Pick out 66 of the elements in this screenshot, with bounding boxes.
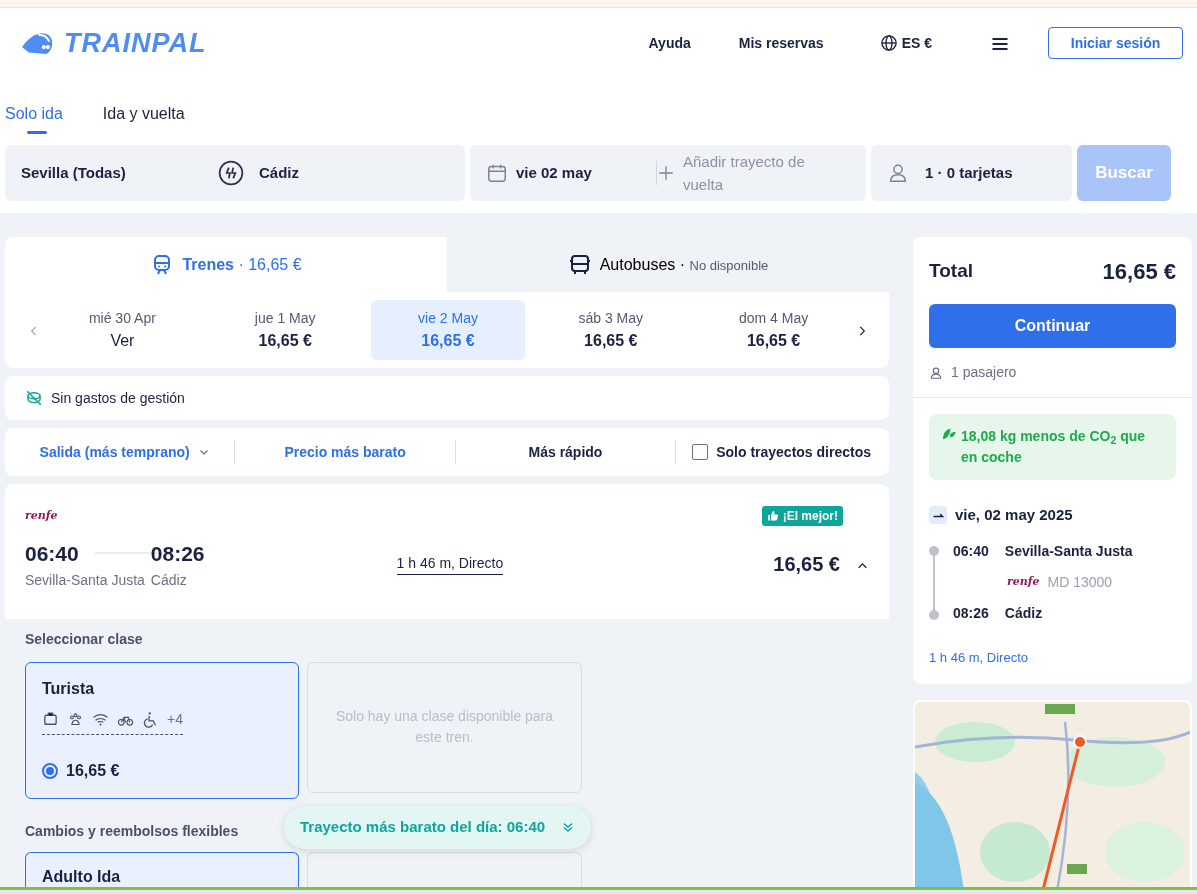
train-number: MD 13000 [1047,572,1113,592]
operator-logo: renfe [1007,573,1040,590]
arrival-time: 08:26 [150,541,205,567]
no-fee-icon [25,389,43,407]
passenger-count: 1 pasajero [951,363,1017,382]
date-text: vie 02 may [516,162,593,183]
section-title: Seleccionar clase [25,629,143,649]
total-label: Total [929,259,973,284]
swap-icon[interactable] [218,160,244,186]
passenger-text: 1 · 0 tarjetas [925,162,1013,183]
trip-type-tab[interactable]: Solo ida [5,102,63,134]
language-selector[interactable]: ES € [879,32,932,54]
sort-option[interactable]: Más rápido [455,440,676,464]
departure-station: Sevilla-Santa Justa [25,570,145,590]
duration-link[interactable]: 1 h 46 m, Directo [929,647,1028,667]
login-button[interactable]: Iniciar sesión [1048,27,1183,59]
stop-time: 08:26 [953,603,989,623]
direction-icon [929,506,947,525]
arrival-station: Cádiz [150,570,187,590]
total-price: 16,65 € [1102,258,1176,286]
wheelchair-icon [142,710,159,728]
person-icon [887,162,909,184]
date-option[interactable]: dom 4 May 16,65 € [696,300,851,360]
globe-icon [879,34,898,52]
plus-icon [657,164,675,182]
section-title: Cambios y reembolsos flexibles [25,821,239,841]
fare-option[interactable]: Adulto Ida [25,851,299,888]
journey-price: 16,65 € [773,552,840,578]
notice-text: Sin gastos de gestión [51,388,185,408]
calendar-icon [486,162,508,184]
date-option[interactable]: mié 30 Apr Ver [45,300,200,360]
return-placeholder: Añadir trayecto de vuelta [683,151,806,195]
transport-tab[interactable]: Autobuses · No disponible [447,237,889,292]
trip-type-tab[interactable]: Ida y vuelta [102,102,185,134]
stop-station: Cádiz [1004,603,1043,623]
trip-date: vie, 02 may 2025 [955,505,1073,525]
fare-name: Adulto Ida [42,866,122,887]
class-name: Turista [42,678,96,699]
best-badge: ¡El mejor! [761,506,843,526]
date-option[interactable]: vie 2 May 16,65 € [371,300,525,360]
destination-text: Cádiz [259,162,299,183]
sort-option[interactable]: Precio más barato [235,440,455,464]
operator-logo: renfe [25,507,58,524]
date-option[interactable]: sáb 3 May 16,65 € [533,300,688,360]
direct-only-checkbox[interactable]: Solo trayectos directos [692,441,871,463]
continue-button[interactable]: Continuar [929,304,1176,348]
luggage-icon [42,710,59,728]
stop-time: 06:40 [953,541,989,561]
sort-option[interactable]: Salida (más temprano) [15,440,235,464]
duration-link[interactable]: 1 h 46 m, Directo [396,553,504,576]
departure-time: 06:40 [25,541,79,567]
nav-link[interactable]: Ayuda [648,32,691,54]
person-icon [929,365,943,380]
class-price: 16,65 € [66,760,120,781]
date-option[interactable]: jue 1 May 16,65 € [208,300,363,360]
bus-icon [567,252,592,277]
amenities-count: +4 [167,709,183,729]
leaf-icon [941,426,957,442]
stop-station: Sevilla-Santa Justa [1004,541,1133,561]
radio-button[interactable] [42,762,58,779]
origin-text: Sevilla (Todas) [21,162,126,183]
co2-text: 18,08 kg menos de CO$_{2}$ que en coche [961,427,1147,467]
paw-icon [67,710,84,728]
class-option[interactable]: Turista +4 16,65 € [25,661,299,799]
thumbs-up-icon [766,510,779,522]
nav-link[interactable]: Mis reservas [738,32,824,54]
